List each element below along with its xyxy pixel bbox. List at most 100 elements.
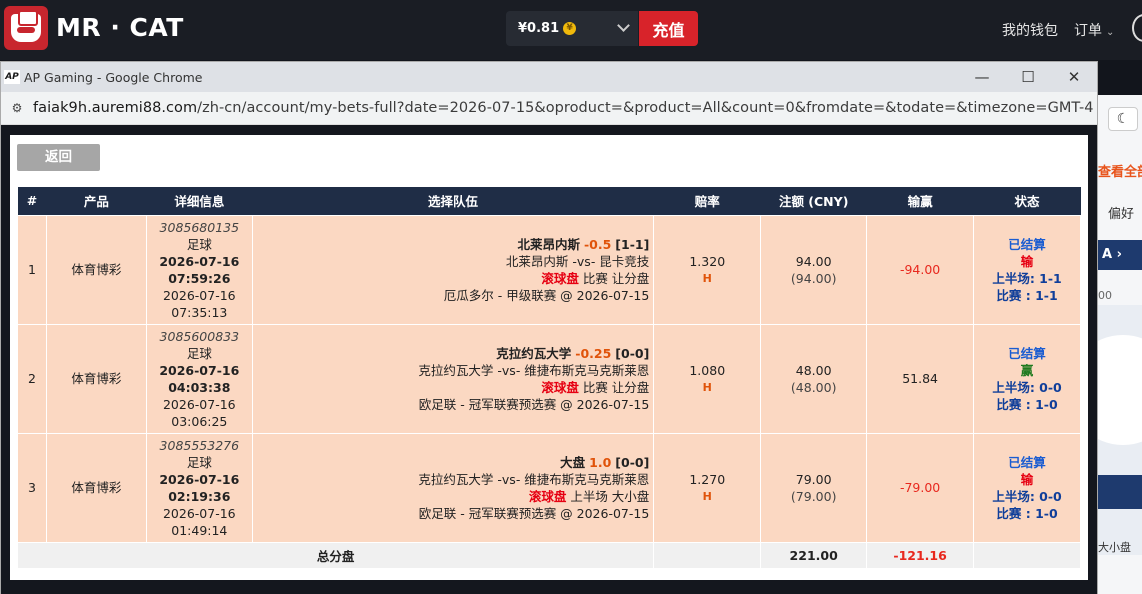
- stake-value: 94.00: [795, 253, 832, 269]
- col-winloss: 输赢: [866, 187, 974, 215]
- full-score: 比赛 : 1-0: [996, 396, 1058, 412]
- browser-window: AP AP Gaming - Google Chrome — ☐ ✕ ⚙ fai…: [0, 61, 1098, 594]
- event-date: 2026-07-16: [162, 505, 236, 521]
- stake-value: 48.00: [795, 362, 832, 378]
- stake-paren: (48.00): [790, 379, 837, 395]
- live-label: 滚球盘: [541, 379, 579, 395]
- maximize-button[interactable]: ☐: [1005, 62, 1051, 92]
- row-product: 体育博彩: [45, 432, 147, 543]
- result-label: 输: [1020, 471, 1034, 487]
- site-info-icon[interactable]: ⚙: [9, 100, 25, 116]
- back-button[interactable]: 返回: [17, 144, 100, 171]
- row-winloss: -79.00: [866, 432, 975, 543]
- event-time: 01:49:14: [171, 522, 228, 538]
- stake-paren: (94.00): [790, 270, 837, 286]
- stake-paren: (79.00): [790, 488, 837, 504]
- row-selection: 克拉约瓦大学 -0.25 [0-0] 克拉约瓦大学 -vs- 维捷布斯克马克斯莱…: [251, 323, 655, 434]
- result-label: 输: [1020, 253, 1034, 269]
- chevron-down-icon: [617, 19, 630, 32]
- match-name: 克拉约瓦大学 -vs- 维捷布斯克马克斯莱恩: [418, 362, 650, 378]
- side-value: 00: [1098, 289, 1112, 302]
- address-bar[interactable]: ⚙ faiak9h.auremi88.com/zh-cn/account/my-…: [1, 92, 1097, 125]
- sport: 足球: [186, 345, 212, 361]
- bet-type-line: 滚球盘 比赛 让分盘: [253, 270, 649, 287]
- background-page: ☾ 查看全部 偏好 A › 00 大小盘: [1098, 95, 1142, 594]
- brand-logo[interactable]: [4, 6, 48, 50]
- brand-name[interactable]: MR · CAT: [56, 13, 184, 42]
- total-odds-blank: [653, 541, 762, 569]
- ticket-id: 3085680135: [159, 219, 240, 235]
- orders-menu[interactable]: 订单 ⌄: [1074, 20, 1114, 40]
- pick-line: 大盘 1.0 [0-0]: [253, 454, 649, 471]
- col-odds: 赔率: [653, 187, 761, 215]
- bet-type-line: 滚球盘 比赛 让分盘: [253, 379, 649, 396]
- pick-line: 北莱昂内斯 -0.5 [1-1]: [253, 236, 650, 253]
- window-title: AP Gaming - Google Chrome: [24, 69, 203, 85]
- live-label: 滚球盘: [528, 488, 567, 504]
- recharge-button[interactable]: 充值: [639, 11, 698, 46]
- bet-type-line: 滚球盘 上半场 大小盘: [253, 488, 650, 505]
- table-row: 2 体育博彩 3085600833 足球 2026-07-16 04:03:38…: [17, 323, 1081, 434]
- pick-team: 大盘: [560, 454, 586, 470]
- row-winloss: -94.00: [866, 214, 975, 325]
- coin-icon: ¥: [563, 22, 577, 35]
- pick-team: 北莱昂内斯: [517, 236, 580, 252]
- row-selection: 北莱昂内斯 -0.5 [1-1] 北莱昂内斯 -vs- 昆卡竞技 滚球盘 比赛 …: [251, 214, 655, 325]
- row-index: 3: [17, 432, 47, 543]
- status-badge: 已结算: [1008, 454, 1046, 470]
- sport: 足球: [186, 454, 212, 470]
- odds-type: H: [702, 489, 712, 503]
- view-all-link[interactable]: 查看全部: [1098, 161, 1142, 180]
- col-index: #: [17, 187, 47, 215]
- side-dark-bar: [1098, 475, 1142, 509]
- event-date: 2026-07-16: [162, 287, 236, 303]
- table-row: 3 体育博彩 3085553276 足球 2026-07-16 02:19:36…: [17, 432, 1081, 543]
- row-details: 3085600833 足球 2026-07-16 04:03:38 2026-0…: [145, 323, 253, 434]
- dark-mode-icon[interactable]: ☾: [1108, 107, 1138, 131]
- league: 欧足联 - 冠军联赛预选赛 @ 2026-07-15: [418, 396, 650, 412]
- event-time: 07:35:13: [171, 304, 228, 320]
- event-date: 2026-07-16: [162, 396, 236, 412]
- placed-time: 02:19:36: [168, 488, 231, 504]
- bet-type: 上半场 大小盘: [570, 488, 650, 504]
- half-score: 上半场: 1-1: [992, 270, 1062, 286]
- row-stake: 48.00 (48.00): [760, 323, 868, 434]
- url-host: faiak9h.auremi88.com: [33, 100, 198, 116]
- url-text[interactable]: faiak9h.auremi88.com/zh-cn/account/my-be…: [33, 100, 1094, 116]
- ap-gaming-icon: AP: [4, 70, 20, 84]
- league: 厄瓜多尔 - 甲级联赛 @ 2026-07-15: [443, 287, 650, 303]
- placed-time: 04:03:38: [168, 379, 231, 395]
- table-row: 1 体育博彩 3085680135 足球 2026-07-16 07:59:26…: [17, 214, 1081, 325]
- stake-value: 79.00: [795, 471, 832, 487]
- pick-score: [1-1]: [615, 236, 650, 252]
- banner-circle: [1098, 335, 1142, 445]
- row-product: 体育博彩: [45, 323, 147, 434]
- side-market-label: 大小盘: [1098, 541, 1131, 554]
- odds-value: 1.080: [689, 362, 726, 378]
- balance-dropdown[interactable]: ¥0.81 ¥: [506, 11, 638, 46]
- table-header: # 产品 详细信息 选择队伍 赔率 注额 (CNY) 输赢 状态: [17, 187, 1081, 215]
- result-label: 赢: [1020, 362, 1034, 378]
- league: 欧足联 - 冠军联赛预选赛 @ 2026-07-15: [418, 505, 650, 521]
- page-content: 返回 # 产品 详细信息 选择队伍 赔率 注额 (CNY) 输赢 状态 1 体育…: [1, 125, 1097, 594]
- row-odds: 1.270 H: [653, 432, 762, 543]
- window-titlebar[interactable]: AP AP Gaming - Google Chrome — ☐ ✕: [1, 62, 1097, 92]
- row-winloss: 51.84: [866, 323, 975, 434]
- my-wallet-link[interactable]: 我的钱包: [1002, 20, 1058, 40]
- side-nav-bar[interactable]: A ›: [1098, 240, 1142, 270]
- row-index: 2: [17, 323, 47, 434]
- pick-handicap: -0.25: [575, 345, 612, 361]
- col-product: 产品: [46, 187, 147, 215]
- col-details: 详细信息: [146, 187, 253, 215]
- match-name: 北莱昂内斯 -vs- 昆卡竞技: [505, 253, 650, 269]
- total-status-blank: [973, 541, 1081, 569]
- pick-handicap: -0.5: [583, 236, 612, 252]
- close-button[interactable]: ✕: [1051, 62, 1097, 92]
- minimize-button[interactable]: —: [959, 62, 1005, 92]
- orders-label: 订单: [1074, 23, 1102, 39]
- pick-line: 克拉约瓦大学 -0.25 [0-0]: [253, 345, 649, 362]
- half-score: 上半场: 0-0: [992, 488, 1062, 504]
- row-odds: 1.320 H: [653, 214, 762, 325]
- preferences-link[interactable]: 偏好: [1108, 203, 1134, 222]
- avatar[interactable]: [1132, 14, 1142, 42]
